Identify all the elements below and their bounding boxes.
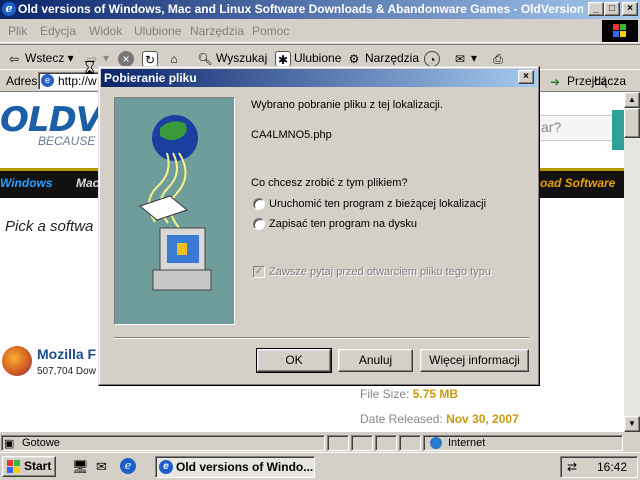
- home-icon: ⌂: [170, 51, 178, 66]
- file-size-value: 5.75 MB: [412, 387, 459, 401]
- go-arrow-icon[interactable]: ➜: [550, 75, 560, 89]
- favorites-star-icon: ✱: [275, 50, 291, 67]
- download-illustration: [114, 97, 235, 325]
- tools-button[interactable]: ⚙ Narzędzia: [346, 48, 419, 68]
- stop-button[interactable]: ×: [118, 48, 137, 68]
- network-tray-icon[interactable]: ⇄: [567, 457, 577, 477]
- date-released: Date Released: Nov 30, 2007: [360, 412, 519, 426]
- firefox-icon[interactable]: [2, 346, 32, 376]
- ok-button[interactable]: OK: [256, 348, 332, 373]
- more-info-button[interactable]: Więcej informacji: [420, 349, 529, 372]
- internet-globe-icon: [430, 437, 442, 449]
- dialog-title[interactable]: Pobieranie pliku: [101, 69, 537, 87]
- tools-gear-icon: ⚙: [348, 51, 360, 66]
- cancel-button[interactable]: Anuluj: [338, 349, 413, 372]
- maximize-button[interactable]: □: [604, 2, 620, 16]
- taskbar-ie-icon: e: [159, 460, 173, 474]
- home-button[interactable]: ⌂: [166, 48, 185, 68]
- status-zone: Internet: [423, 435, 623, 451]
- favorites-button[interactable]: ✱ Ulubione: [275, 48, 341, 68]
- status-cell: [399, 435, 421, 451]
- status-cell: [327, 435, 349, 451]
- scroll-down-button[interactable]: ▼: [624, 416, 640, 432]
- dialog-question: Co chcesz zrobić z tym plikiem?: [251, 177, 408, 189]
- status-zone-label: Internet: [448, 437, 486, 449]
- run-radio[interactable]: [253, 198, 265, 210]
- run-option-label[interactable]: Uruchomić ten program z bieżącej lokaliz…: [269, 198, 486, 210]
- refresh-button[interactable]: ↻: [142, 48, 161, 68]
- close-button[interactable]: ×: [622, 2, 638, 16]
- stop-icon: ×: [118, 50, 134, 67]
- always-ask-checkbox: ✓: [253, 266, 265, 278]
- status-cell: [351, 435, 373, 451]
- status-bar: ▣ Gotowe Internet: [0, 434, 640, 452]
- start-button[interactable]: Start: [2, 456, 56, 477]
- status-main: ▣ Gotowe: [1, 435, 325, 451]
- links-label[interactable]: Łącza: [594, 74, 626, 88]
- search-icon: 🔍︎: [197, 51, 213, 66]
- print-button[interactable]: ⎙: [490, 48, 509, 68]
- clock[interactable]: 16:42: [597, 457, 627, 477]
- window-title: Old versions of Windows, Mac and Linux S…: [18, 2, 583, 16]
- dialog-separator: [114, 337, 529, 339]
- scroll-thumb[interactable]: [624, 108, 640, 138]
- system-tray: ⇄ 16:42: [560, 456, 638, 478]
- address-label: Adres: [6, 74, 38, 88]
- menu-plik[interactable]: Plik: [8, 24, 27, 38]
- status-text: Gotowe: [22, 437, 60, 449]
- nav-windows[interactable]: Windows: [0, 176, 53, 190]
- mail-button[interactable]: ✉ ▾: [452, 48, 477, 68]
- busy-cursor-icon: ⌛︎: [84, 58, 96, 78]
- taskbar-window-label: Old versions of Windo...: [176, 460, 314, 474]
- history-button[interactable]: ◔: [424, 48, 443, 68]
- search-button-edge[interactable]: [612, 110, 624, 150]
- menu-ulubione[interactable]: Ulubione: [134, 24, 181, 38]
- status-cell: [375, 435, 397, 451]
- site-tagline: BECAUSE N: [38, 134, 108, 148]
- refresh-icon: ↻: [142, 50, 158, 67]
- menu-pomoc[interactable]: Pomoc: [252, 24, 289, 38]
- menu-narzedzia[interactable]: Narzędzia: [190, 24, 244, 38]
- file-size: File Size: 5.75 MB: [360, 387, 459, 401]
- quicklaunch-outlook-icon[interactable]: ✉: [96, 459, 112, 475]
- back-button[interactable]: ⇦ Wstecz ▾: [6, 48, 74, 68]
- start-label: Start: [24, 459, 52, 473]
- status-page-icon: ▣: [4, 438, 15, 450]
- dialog-intro: Wybrano pobranie pliku z tej lokalizacji…: [251, 99, 443, 111]
- back-arrow-icon: ⇦: [8, 51, 20, 66]
- page-icon: e: [41, 74, 54, 87]
- printer-icon: ⎙: [493, 51, 503, 66]
- dialog-close-button[interactable]: ×: [518, 70, 534, 84]
- mail-icon: ✉: [454, 51, 466, 66]
- ie-icon: e: [2, 2, 16, 16]
- windows-throbber-logo: [602, 20, 638, 42]
- minimize-button[interactable]: _: [588, 2, 604, 16]
- dialog-filename: CA4LMNO5.php: [251, 129, 332, 141]
- menu-edycja[interactable]: Edycja: [40, 24, 76, 38]
- scroll-up-button[interactable]: ▲: [624, 92, 640, 108]
- search-button[interactable]: 🔍︎ Wyszukaj: [197, 48, 267, 68]
- always-ask-label: Zawsze pytaj przed otwarciem pliku tego …: [269, 266, 491, 278]
- menu-bar: Plik Edycja Widok Ulubione Narzędzia Pom…: [0, 19, 640, 43]
- save-option-label[interactable]: Zapisać ten program na dysku: [269, 218, 417, 230]
- quicklaunch-ie-icon[interactable]: e: [120, 458, 136, 474]
- nav-mac[interactable]: Mac: [76, 176, 99, 190]
- mozilla-title[interactable]: Mozilla F: [37, 346, 96, 362]
- pick-heading: Pick a softwa: [5, 218, 94, 235]
- taskbar-ie-window[interactable]: e Old versions of Windo...: [155, 456, 315, 478]
- date-released-value: Nov 30, 2007: [446, 412, 519, 426]
- menu-widok[interactable]: Widok: [89, 24, 122, 38]
- mozilla-downloads: 507,704 Dow: [37, 366, 96, 377]
- quicklaunch-desktop-icon[interactable]: 🖥︎: [72, 459, 89, 475]
- vertical-scrollbar[interactable]: ▲ ▼: [624, 92, 640, 432]
- windows-logo-icon: [7, 460, 21, 473]
- nav-upload-software[interactable]: oad Software: [540, 176, 615, 190]
- save-radio[interactable]: [253, 218, 265, 230]
- window-title-bar[interactable]: e Old versions of Windows, Mac and Linux…: [0, 0, 640, 19]
- history-icon: ◔: [424, 50, 440, 67]
